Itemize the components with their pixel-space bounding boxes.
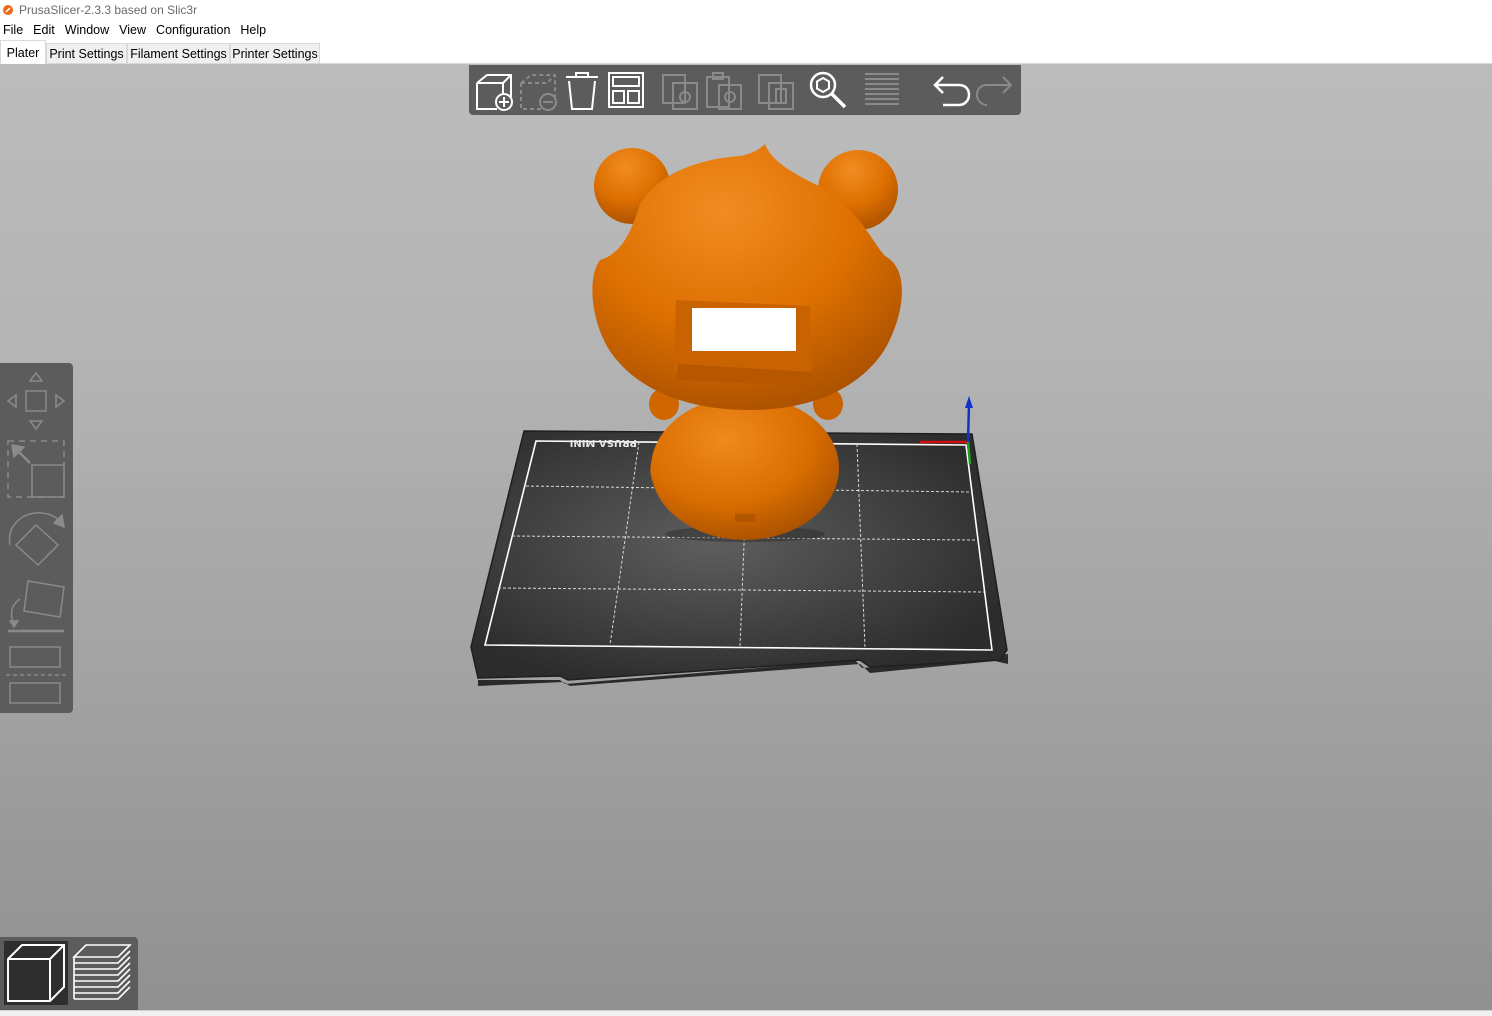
view-toolbar	[0, 937, 138, 1010]
tab-filament-settings[interactable]: Filament Settings	[127, 43, 230, 63]
move-icon[interactable]	[4, 369, 68, 433]
delete-all-icon[interactable]	[561, 69, 603, 111]
prusaslicer-logo-icon	[3, 5, 13, 15]
undo-icon[interactable]	[929, 69, 971, 111]
cut-icon[interactable]	[4, 645, 68, 709]
3d-viewport[interactable]: PRUSA MINI	[0, 64, 1492, 1010]
top-toolbar	[469, 65, 1021, 115]
tab-bar: Plater Print Settings Filament Settings …	[0, 40, 1492, 64]
menu-configuration[interactable]: Configuration	[152, 23, 236, 37]
redo-icon[interactable]	[975, 69, 1017, 111]
menu-file[interactable]: File	[0, 23, 29, 37]
instances-icon[interactable]	[755, 69, 797, 111]
menu-view[interactable]: View	[115, 23, 152, 37]
window-title: PrusaSlicer-2.3.3 based on Slic3r	[19, 3, 198, 17]
tab-plater[interactable]: Plater	[0, 40, 46, 64]
paste-icon[interactable]	[703, 69, 745, 111]
3d-scene[interactable]: PRUSA MINI	[0, 64, 1492, 1010]
menu-help[interactable]: Help	[236, 23, 272, 37]
rotate-icon[interactable]	[4, 507, 68, 571]
status-bar	[0, 1010, 1492, 1016]
delete-object-icon[interactable]	[517, 69, 559, 111]
tab-print-settings[interactable]: Print Settings	[46, 43, 127, 63]
menu-window[interactable]: Window	[61, 23, 115, 37]
title-bar: PrusaSlicer-2.3.3 based on Slic3r	[0, 0, 1492, 20]
layers-editing-icon[interactable]	[861, 69, 903, 111]
tab-printer-settings[interactable]: Printer Settings	[230, 43, 320, 63]
add-object-icon[interactable]	[473, 69, 515, 111]
menu-bar: File Edit Window View Configuration Help	[0, 20, 1492, 40]
menu-edit[interactable]: Edit	[29, 23, 61, 37]
preview-icon[interactable]	[70, 941, 134, 1005]
search-icon[interactable]	[807, 69, 849, 111]
copy-icon[interactable]	[659, 69, 701, 111]
bed-label: PRUSA MINI	[570, 437, 637, 448]
3d-view-icon[interactable]	[4, 941, 68, 1005]
scale-icon[interactable]	[4, 437, 68, 501]
left-toolbar	[0, 363, 73, 713]
place-on-face-icon[interactable]	[4, 577, 68, 641]
arrange-icon[interactable]	[605, 69, 647, 111]
